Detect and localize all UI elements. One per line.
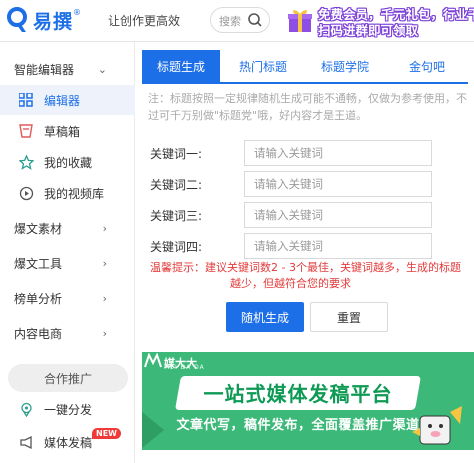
keyword-label: 关键词四: [150,240,203,254]
mascot-icon [410,402,466,450]
search-box[interactable]: 搜索 [210,7,270,33]
sidebar-group-label: 智能编辑器 [14,62,75,77]
sidebar-group-label: 榜单分析 [14,291,63,306]
sidebar-group-label: 内容电商 [14,326,63,341]
search-input[interactable]: 搜索 [219,13,241,29]
tab-hot-titles[interactable]: 热门标题 [224,50,302,82]
keyword-input-2[interactable]: 请输入关键词 [244,171,432,197]
banner-title: 一站式媒体发稿平台 [203,382,393,406]
chevron-right-icon: › [102,327,107,340]
logo-registered-mark: ® [73,8,82,17]
ad-banner[interactable]: 媒大大 MEI DA DA 一站式媒体发稿平台 文章代写，稿件发布，全面覆盖推广… [142,352,474,450]
keyword-row-4: 关键词四: 请输入关键词 [150,233,470,259]
new-badge: NEW [92,428,121,439]
chevron-right-icon: › [102,292,107,305]
chevron-right-icon: › [102,222,107,235]
keyword-row-2: 关键词二: 请输入关键词 [150,171,470,197]
logo-icon [6,6,30,34]
keyword-input-4[interactable]: 请输入关键词 [244,233,432,259]
sidebar-item-label: 一键分发 [44,402,93,417]
banner-decoration [142,412,164,448]
sidebar: 智能编辑器 ⌄ 编辑器 草稿箱 我的收藏 我的视频库 爆文素材 › 爆文工具 ›… [0,42,135,463]
promo-pill[interactable]: 合作推广 [8,364,128,392]
logo[interactable]: 易撰 ® [6,6,81,34]
sidebar-item-media-publish[interactable]: 媒体发稿 NEW [0,427,135,457]
video-library-icon [18,185,34,201]
tip-text: 温馨提示：建议关键词数2 - 3个最佳，关键词越多，生成的标题 越少，但越符合您… [150,260,472,292]
keyword-row-1: 关键词一: 请输入关键词 [150,140,470,166]
tab-bar: 标题生成 热门标题 标题学院 金句吧 [142,50,468,84]
main-content: 标题生成 热门标题 标题学院 金句吧 注：标题按照一定规律随机生成可能不通畅，仅… [136,42,474,463]
keyword-label: 关键词三: [150,209,203,223]
reset-button[interactable]: 重置 [310,302,388,332]
tip-line-1: 温馨提示：建议关键词数2 - 3个最佳，关键词越多，生成的标题 [150,261,461,274]
megaphone-icon [18,434,34,450]
sidebar-item-label: 编辑器 [44,93,81,108]
promo-banner[interactable]: 免费会员，千元礼包，行业干 扫码进群即可领取 [282,2,474,38]
sidebar-group-label: 爆文素材 [14,221,63,236]
promo-text-2: 扫码进群即可领取 [318,23,419,38]
sidebar-item-editor[interactable]: 编辑器 [0,85,135,115]
keyword-input-3[interactable]: 请输入关键词 [244,202,432,228]
tab-title-generate[interactable]: 标题生成 [142,50,220,82]
chevron-down-icon: ⌄ [97,63,107,76]
sidebar-group-viral-material[interactable]: 爆文素材 › [0,213,135,243]
mdd-logo-icon [144,352,162,373]
keyword-row-3: 关键词三: 请输入关键词 [150,202,470,228]
keyword-label: 关键词一: [150,147,203,161]
sidebar-item-video-library[interactable]: 我的视频库 [0,178,135,208]
sidebar-group-rank-analysis[interactable]: 榜单分析 › [0,283,135,313]
banner-brand-sub: MEI DA DA [164,364,205,371]
sidebar-item-label: 我的视频库 [44,186,105,201]
star-icon [18,154,34,170]
tab-title-academy[interactable]: 标题学院 [306,50,384,82]
sidebar-item-one-click-distribute[interactable]: 一键分发 [0,394,135,424]
sidebar-item-label: 草稿箱 [44,124,81,139]
distribute-icon [18,401,34,417]
gift-icon [286,6,314,38]
sidebar-group-label: 爆文工具 [14,256,63,271]
top-bar: 易撰 ® 让创作更高效 搜索 免费会员，千元礼包，行业干 扫码进群即可领取 [0,0,474,42]
sidebar-group-viral-tools[interactable]: 爆文工具 › [0,248,135,278]
sidebar-item-drafts[interactable]: 草稿箱 [0,116,135,146]
tab-golden-sentences[interactable]: 金句吧 [388,50,466,82]
search-icon[interactable] [247,12,263,32]
usage-note: 注：标题按照一定规律随机生成可能不通畅，仅做为参考使用，不过可千万别做"标题党"… [148,92,467,122]
sidebar-group-editor[interactable]: 智能编辑器 ⌄ [0,54,135,84]
sidebar-item-label: 媒体发稿 [44,435,93,450]
tip-line-2: 越少，但越符合您的要求 [230,277,351,290]
chevron-right-icon: › [102,257,107,270]
keyword-input-1[interactable]: 请输入关键词 [244,140,432,166]
keyword-label: 关键词二: [150,178,203,192]
draft-box-icon [18,123,34,139]
sidebar-item-favorites[interactable]: 我的收藏 [0,147,135,177]
grid-icon [18,92,34,108]
sidebar-item-label: 我的收藏 [44,155,93,170]
sidebar-group-content-ecommerce[interactable]: 内容电商 › [0,318,135,348]
logo-name: 易撰 [33,10,74,33]
banner-subtitle: 文章代写，稿件发布，全面覆盖推广渠道 [176,418,420,433]
slogan: 让创作更高效 [108,14,181,28]
generate-button[interactable]: 随机生成 [226,302,304,332]
